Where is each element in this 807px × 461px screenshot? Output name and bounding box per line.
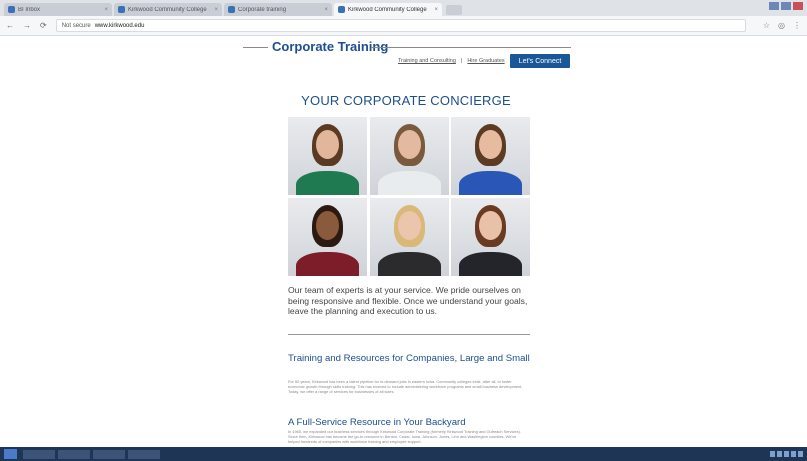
section-divider: [288, 334, 530, 335]
photo-face: [397, 211, 421, 240]
favicon-icon: [118, 6, 125, 13]
window-close-icon[interactable]: [793, 2, 803, 10]
lets-connect-button[interactable]: Let's Connect: [510, 54, 570, 68]
browser-tab[interactable]: Kirkwood Community College ×: [114, 3, 222, 16]
security-indicator: Not secure: [61, 22, 91, 29]
link-separator: |: [460, 58, 463, 64]
intro-paragraph: Our team of experts is at your service. …: [288, 285, 528, 316]
tray-icon[interactable]: [791, 451, 796, 457]
extension-icon[interactable]: ◎: [778, 21, 785, 30]
team-photo: [451, 117, 530, 195]
maximize-icon[interactable]: [781, 2, 791, 10]
taskbar-app[interactable]: [93, 449, 125, 459]
tab-label: Kirkwood Community College: [348, 6, 427, 13]
photo-face: [479, 130, 502, 159]
taskbar-apps: [23, 449, 163, 459]
bookmark-icon[interactable]: ☆: [763, 21, 770, 30]
browser-tools: ☆ ◎ ⋮: [755, 21, 801, 30]
reload-icon[interactable]: ⟳: [40, 21, 47, 30]
start-icon[interactable]: [4, 449, 17, 459]
photo-body: [377, 252, 441, 276]
os-taskbar: [0, 447, 807, 461]
team-photo: [369, 117, 449, 195]
system-tray: [768, 451, 803, 457]
close-icon[interactable]: ×: [324, 7, 328, 13]
close-icon[interactable]: ×: [214, 7, 218, 13]
url-input[interactable]: Not secure www.kirkwood.edu: [55, 19, 746, 32]
section-heading: YOUR CORPORATE CONCIERGE: [301, 93, 511, 108]
back-icon[interactable]: ←: [6, 21, 14, 30]
tab-label: Corporate training: [238, 6, 287, 13]
photo-body: [459, 252, 522, 276]
hire-graduates-link[interactable]: Hire Graduates: [467, 58, 504, 64]
tab-label: Kirkwood Community College: [128, 6, 207, 13]
close-icon[interactable]: ×: [104, 7, 108, 13]
favicon-icon: [338, 6, 345, 13]
tab-label: BI Inbox: [18, 6, 41, 13]
section-body: In 1965, we expanded our business servic…: [288, 429, 521, 444]
photo-body: [377, 171, 441, 195]
web-page: Corporate Training Training and Consulti…: [0, 37, 807, 447]
forward-icon[interactable]: →: [23, 21, 31, 30]
tray-icon[interactable]: [777, 451, 782, 457]
photo-body: [296, 171, 359, 195]
close-icon[interactable]: ×: [434, 7, 438, 13]
header-rule-left: [243, 47, 268, 48]
photo-face: [316, 211, 339, 240]
url-domain: www.kirkwood.edu: [94, 22, 145, 29]
tray-icon[interactable]: [798, 451, 803, 457]
photo-face: [479, 211, 502, 240]
header-links: Training and Consulting | Hire Graduates: [398, 58, 505, 64]
taskbar-app[interactable]: [58, 449, 90, 459]
photo-face: [316, 130, 339, 159]
taskbar-app[interactable]: [128, 449, 160, 459]
browser-tab[interactable]: Corporate training ×: [224, 3, 332, 16]
tray-icon[interactable]: [784, 451, 789, 457]
browser-tab-bar: BI Inbox × Kirkwood Community College × …: [0, 0, 807, 16]
photo-body: [296, 252, 359, 276]
section-title: A Full-Service Resource in Your Backyard: [288, 417, 466, 428]
browser-tab-active[interactable]: Kirkwood Community College ×: [334, 3, 442, 16]
team-photo-grid: [288, 117, 530, 276]
section-body: For 50 years, Kirkwood has been a talent…: [288, 379, 523, 394]
photo-body: [459, 171, 522, 195]
address-bar: ← → ⟳ Not secure www.kirkwood.edu ☆ ◎ ⋮: [0, 16, 807, 36]
team-photo: [288, 117, 367, 195]
menu-icon[interactable]: ⋮: [793, 21, 801, 30]
section-title: Training and Resources for Companies, La…: [288, 353, 530, 364]
team-photo: [369, 198, 449, 276]
team-photo: [288, 198, 367, 276]
favicon-icon: [228, 6, 235, 13]
browser-tab[interactable]: BI Inbox ×: [4, 3, 112, 16]
team-photo: [451, 198, 530, 276]
taskbar-app[interactable]: [23, 449, 55, 459]
favicon-icon: [8, 6, 15, 13]
minimize-icon[interactable]: [769, 2, 779, 10]
header-rule-right: [371, 47, 571, 48]
tray-icon[interactable]: [770, 451, 775, 457]
photo-face: [397, 130, 421, 159]
new-tab-button[interactable]: [446, 5, 462, 15]
window-controls: [767, 2, 803, 10]
training-consulting-link[interactable]: Training and Consulting: [398, 58, 456, 64]
